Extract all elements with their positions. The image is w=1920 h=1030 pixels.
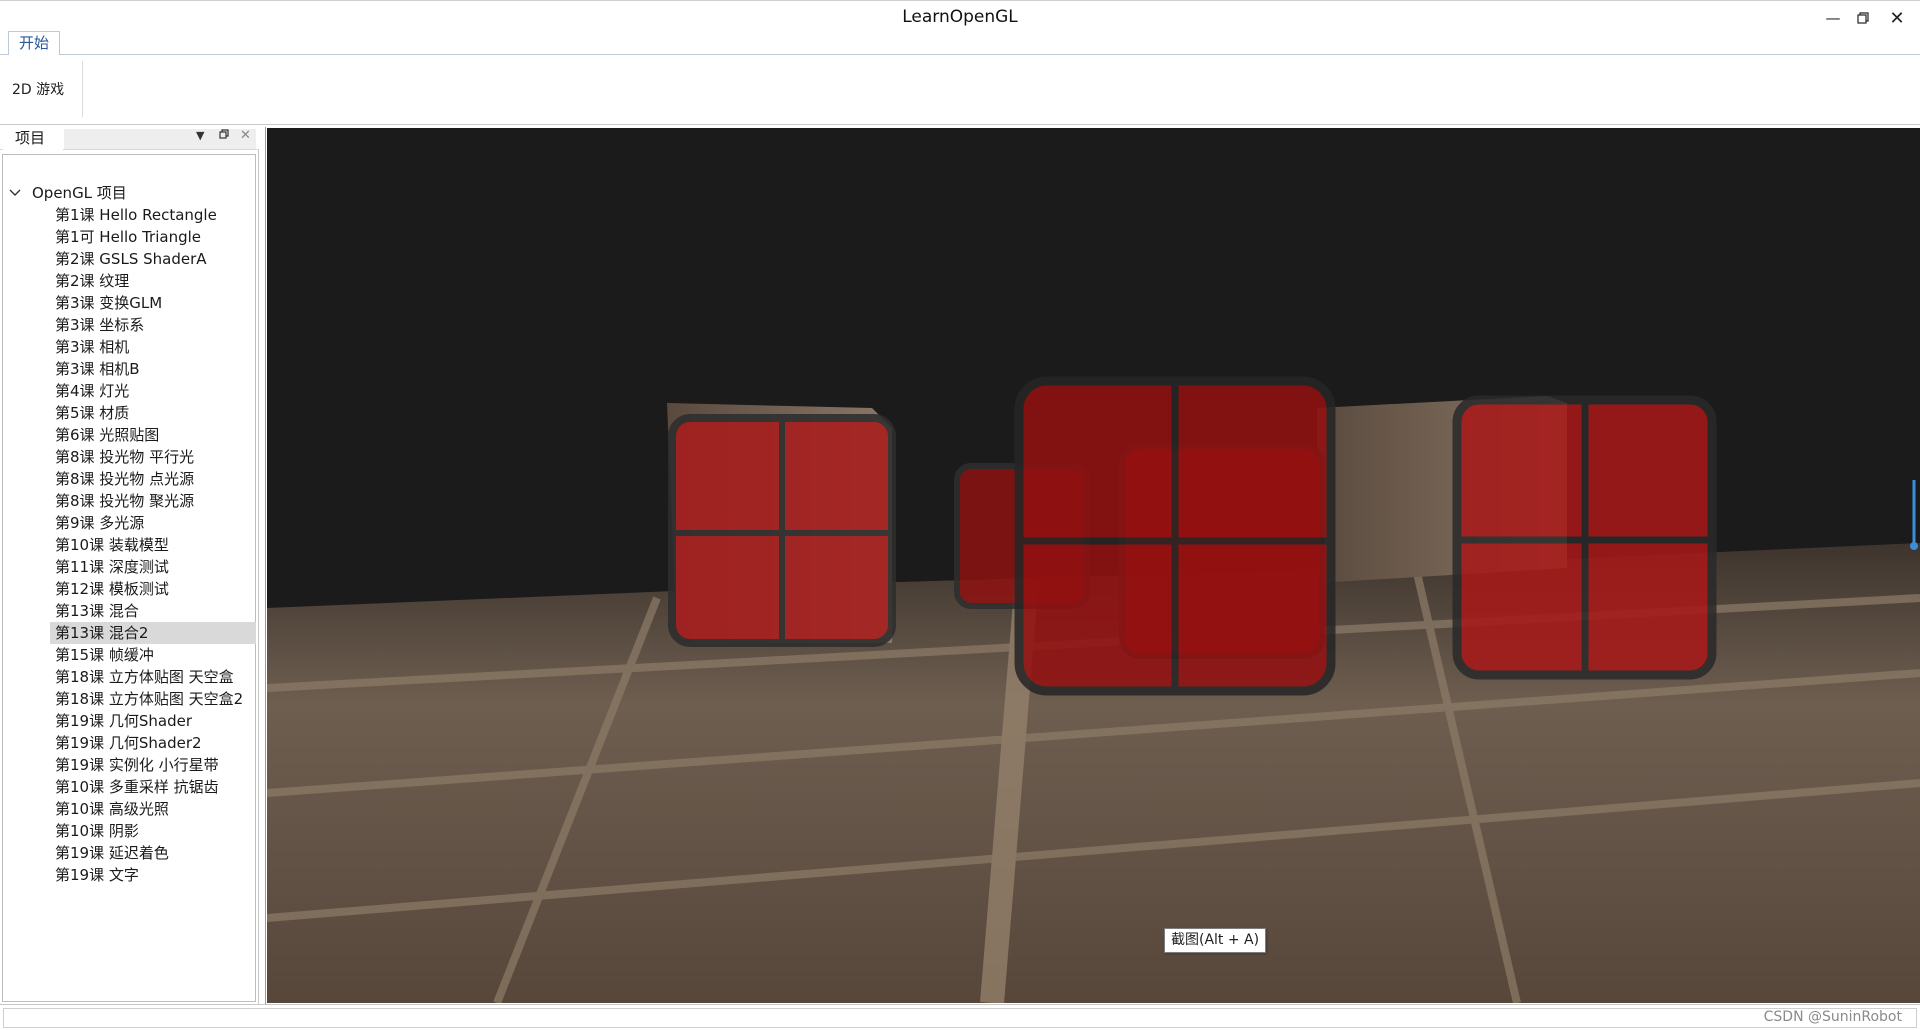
restore-icon[interactable] xyxy=(1848,1,1878,35)
ribbon-separator xyxy=(82,61,83,117)
tree-item[interactable]: 第4课 灯光 xyxy=(0,380,256,402)
ribbon-button-2d-game[interactable]: 2D 游戏 xyxy=(12,79,64,99)
panel-header: 项目 ▼ ✕ xyxy=(0,126,259,150)
tree-root-node[interactable]: OpenGL 项目 xyxy=(8,182,127,204)
tree-item[interactable]: 第8课 投光物 点光源 xyxy=(0,468,256,490)
tree-item[interactable]: 第12课 模板测试 xyxy=(0,578,256,600)
float-window-icon[interactable] xyxy=(219,129,229,142)
tree-item[interactable]: 第8课 投光物 聚光源 xyxy=(0,490,256,512)
tree-item[interactable]: 第2课 纹理 xyxy=(0,270,256,292)
project-panel: 项目 ▼ ✕ OpenGL 项目 第1课 Hello Rectangle 第1可 … xyxy=(0,126,259,1004)
ribbon-panel: 2D 游戏 xyxy=(0,55,1920,125)
tree-item[interactable]: 第19课 几何Shader2 xyxy=(0,732,256,754)
tree-item[interactable]: 第13课 混合2 xyxy=(50,622,256,644)
tree-item[interactable]: 第18课 立方体贴图 天空盒 xyxy=(0,666,256,688)
tree-item[interactable]: 第8课 投光物 平行光 xyxy=(0,446,256,468)
tree-item[interactable]: 第15课 帧缓冲 xyxy=(0,644,256,666)
tree-item[interactable]: 第19课 实例化 小行星带 xyxy=(0,754,256,776)
ribbon-tab-start[interactable]: 开始 xyxy=(8,31,60,56)
tree-item[interactable]: 第10课 装载模型 xyxy=(0,534,256,556)
window-right xyxy=(1452,395,1717,680)
tree-item[interactable]: 第18课 立方体贴图 天空盒2 xyxy=(0,688,256,710)
tree-item[interactable]: 第3课 坐标系 xyxy=(0,314,256,336)
tree-item[interactable]: 第3课 相机 xyxy=(0,336,256,358)
tree-item[interactable]: 第19课 延迟着色 xyxy=(0,842,256,864)
chevron-down-icon[interactable] xyxy=(8,186,22,200)
tree-item[interactable]: 第10课 高级光照 xyxy=(0,798,256,820)
status-field xyxy=(3,1008,1917,1028)
close-icon[interactable]: ✕ xyxy=(1882,1,1912,35)
tree-item[interactable]: 第19课 文字 xyxy=(0,864,256,886)
tree-item[interactable]: 第3课 相机B xyxy=(0,358,256,380)
tree-item[interactable]: 第10课 阴影 xyxy=(0,820,256,842)
render-viewport[interactable]: 截图(Alt + A) xyxy=(265,127,1920,1004)
project-tree-list: 第1课 Hello Rectangle 第1可 Hello Triangle 第2课… xyxy=(0,204,256,886)
window-center-front xyxy=(1014,376,1336,696)
screenshot-tooltip: 截图(Alt + A) xyxy=(1164,928,1267,953)
opengl-scene[interactable]: 截图(Alt + A) xyxy=(266,128,1920,1004)
dropdown-arrow-icon[interactable]: ▼ xyxy=(196,129,204,142)
tree-item[interactable]: 第1可 Hello Triangle xyxy=(0,226,256,248)
tree-item[interactable]: 第11课 深度测试 xyxy=(0,556,256,578)
window-left xyxy=(668,414,896,647)
ribbon-tab-strip: 开始 xyxy=(0,31,1920,56)
tree-item[interactable]: 第3课 变换GLM xyxy=(0,292,256,314)
panel-tab-project[interactable]: 项目 xyxy=(3,126,63,150)
tree-item[interactable]: 第9课 多光源 xyxy=(0,512,256,534)
close-panel-icon[interactable]: ✕ xyxy=(240,128,251,143)
tree-root-label: OpenGL 项目 xyxy=(32,184,127,202)
tree-item[interactable]: 第6课 光照贴图 xyxy=(0,424,256,446)
minimize-icon[interactable]: — xyxy=(1818,1,1848,35)
status-bar: CSDN @SuninRobot xyxy=(0,1004,1920,1030)
tree-item[interactable]: 第19课 几何Shader xyxy=(0,710,256,732)
scene-render xyxy=(266,376,1920,1004)
window-title: LearnOpenGL xyxy=(902,7,1018,27)
tree-item[interactable]: 第1课 Hello Rectangle xyxy=(0,204,256,226)
tree-item[interactable]: 第5课 材质 xyxy=(0,402,256,424)
watermark-text: CSDN @SuninRobot xyxy=(1763,1009,1902,1025)
tree-item[interactable]: 第10课 多重采样 抗锯齿 xyxy=(0,776,256,798)
tree-item[interactable]: 第13课 混合 xyxy=(0,600,256,622)
tree-item[interactable]: 第2课 GSLS ShaderA xyxy=(0,248,256,270)
